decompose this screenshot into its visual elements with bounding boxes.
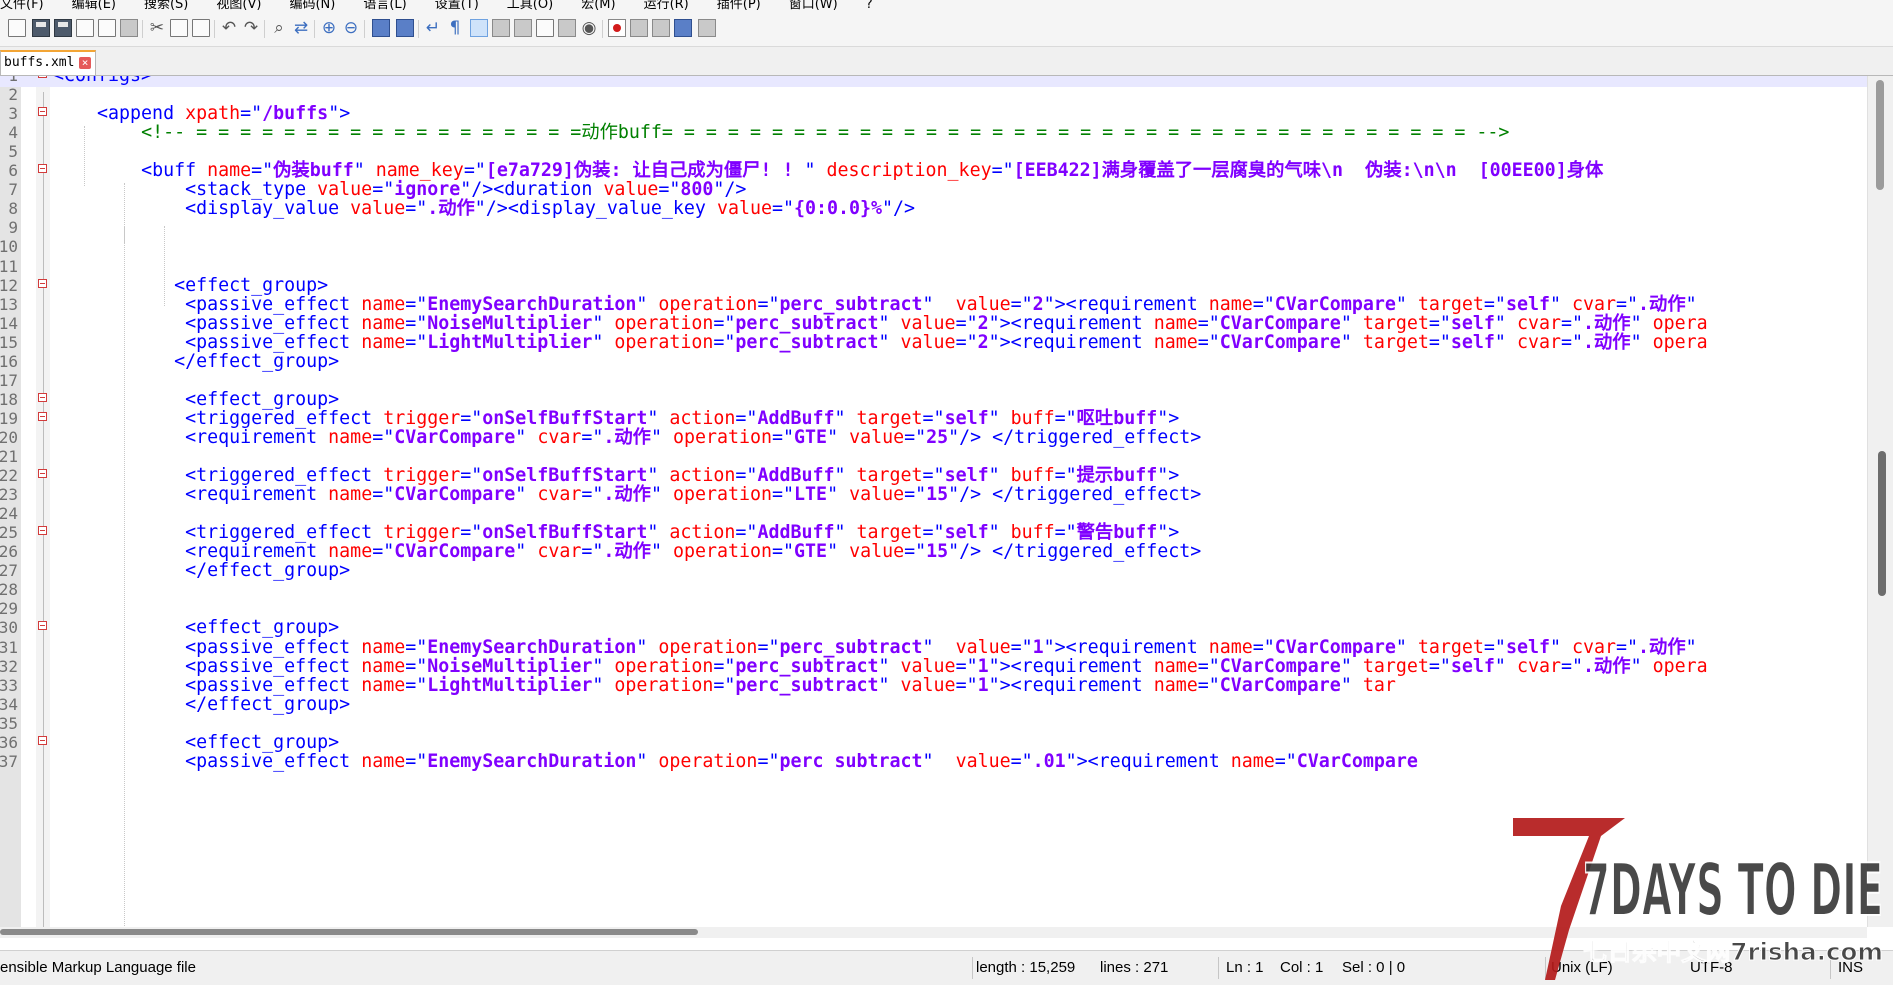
vertical-scroll-thumb[interactable] — [1876, 80, 1884, 190]
record-macro-icon[interactable] — [608, 19, 626, 37]
toolbar-separator — [214, 20, 215, 38]
watermark-title: 7DAYS TO DIE — [1583, 848, 1883, 932]
sync-horizontal-icon[interactable] — [396, 19, 414, 37]
horizontal-scroll-thumb[interactable] — [0, 929, 698, 935]
toolbar: ✂ ↶ ↷ ⌕ ⇄ ⊕ ⊖ ↵ ¶ ◉ — [0, 12, 1893, 47]
undo-icon[interactable]: ↶ — [220, 19, 238, 37]
menu-item[interactable]: 搜索(S) — [144, 0, 188, 11]
playback-macro-icon[interactable] — [652, 19, 670, 37]
change-history-marker — [1878, 451, 1886, 596]
fold-toggle-icon[interactable] — [38, 469, 47, 479]
tab-buffs-xml[interactable]: buffs.xml × — [0, 50, 96, 75]
monitoring-icon[interactable]: ◉ — [580, 19, 598, 37]
status-file-type: ensible Markup Language file — [0, 959, 196, 976]
indent-guide-icon[interactable] — [470, 19, 488, 37]
save-icon[interactable] — [32, 19, 50, 37]
fold-toggle-icon[interactable] — [38, 164, 47, 174]
menu-item[interactable]: 视图(V) — [216, 0, 261, 11]
toolbar-separator — [602, 20, 603, 38]
tab-label: buffs.xml — [4, 55, 75, 70]
status-separator — [1218, 957, 1219, 979]
new-file-icon[interactable] — [8, 19, 26, 37]
close-icon[interactable]: × — [79, 57, 91, 69]
print-icon[interactable] — [120, 19, 138, 37]
menu-item[interactable]: 宏(M) — [581, 0, 615, 11]
fold-toggle-icon[interactable] — [38, 107, 47, 117]
toolbar-separator — [142, 20, 143, 38]
menu-bar: 文件(F) 编辑(E) 搜索(S) 视图(V) 编码(N) 语言(L) 设置(T) 工具(O)… — [0, 0, 1893, 12]
menu-item[interactable]: 语言(L) — [363, 0, 406, 11]
document-map-icon[interactable] — [514, 19, 532, 37]
game-watermark-logo: 7DAYS TO DIE 七日杀中文网7risha.com — [1513, 818, 1884, 980]
copy-icon[interactable] — [170, 19, 188, 37]
toolbar-separator — [264, 20, 265, 38]
zoom-in-icon[interactable]: ⊕ — [320, 19, 338, 37]
watermark-subtitle: 七日杀中文网7risha.com — [1583, 938, 1883, 966]
status-ln: Ln : 1 — [1226, 959, 1264, 976]
word-wrap-icon[interactable]: ↵ — [424, 19, 442, 37]
line-number: 37 — [0, 751, 18, 771]
menu-item[interactable]: ? — [866, 0, 873, 11]
stop-recording-icon[interactable] — [630, 19, 648, 37]
toolbar-separator — [364, 20, 365, 38]
menu-item[interactable]: 设置(T) — [435, 0, 479, 11]
zoom-out-icon[interactable]: ⊖ — [342, 19, 360, 37]
tab-bar: buffs.xml × — [0, 47, 1893, 76]
run-macro-multiple-icon[interactable] — [674, 19, 692, 37]
menu-item[interactable]: 窗口(W) — [789, 0, 838, 11]
fold-toggle-icon[interactable] — [38, 76, 47, 78]
menu-item[interactable]: 文件(F) — [0, 0, 44, 11]
fold-toggle-icon[interactable] — [38, 735, 47, 745]
folder-as-workspace-icon[interactable] — [558, 19, 576, 37]
fold-toggle-icon[interactable] — [38, 411, 47, 421]
close-all-icon[interactable] — [98, 19, 116, 37]
menu-item[interactable]: 工具(O) — [507, 0, 553, 11]
menu-item[interactable]: 编码(N) — [289, 0, 335, 11]
save-all-icon[interactable] — [54, 19, 72, 37]
fold-toggle-icon[interactable] — [38, 278, 47, 288]
fold-toggle-icon[interactable] — [38, 526, 47, 536]
vertical-scrollbar[interactable] — [1867, 76, 1893, 927]
cut-icon[interactable]: ✂ — [148, 19, 166, 37]
redo-icon[interactable]: ↷ — [242, 19, 260, 37]
toolbar-separator — [418, 20, 419, 38]
menu-item[interactable]: 运行(R) — [644, 0, 689, 11]
code-line[interactable]: 37 <passive_effect name="EnemySearchDura… — [0, 750, 1893, 773]
sync-vertical-icon[interactable] — [372, 19, 390, 37]
function-list-icon[interactable] — [536, 19, 554, 37]
status-sel: Sel : 0 | 0 — [1342, 959, 1406, 976]
find-icon[interactable]: ⌕ — [270, 19, 288, 37]
fold-toggle-icon[interactable] — [38, 392, 47, 402]
code-text: <passive_effect name="EnemySearchDuratio… — [185, 750, 1418, 772]
close-file-icon[interactable] — [76, 19, 94, 37]
code-editor[interactable]: 1<Configs>23 <append xpath="/buffs">4 <!… — [0, 76, 1893, 927]
menu-item[interactable]: 插件(P) — [717, 0, 761, 11]
status-lines: lines : 271 — [1100, 959, 1169, 976]
status-length: length : 15,259 — [976, 959, 1076, 976]
fold-toggle-icon[interactable] — [38, 621, 47, 631]
menu-item[interactable]: 编辑(E) — [72, 0, 116, 11]
user-language-icon[interactable] — [492, 19, 510, 37]
toolbar-separator — [314, 20, 315, 38]
status-separator — [972, 957, 973, 979]
paste-icon[interactable] — [192, 19, 210, 37]
save-macro-icon[interactable] — [698, 19, 716, 37]
show-all-chars-icon[interactable]: ¶ — [446, 19, 464, 37]
status-col: Col : 1 — [1280, 959, 1324, 976]
replace-icon[interactable]: ⇄ — [292, 19, 310, 37]
